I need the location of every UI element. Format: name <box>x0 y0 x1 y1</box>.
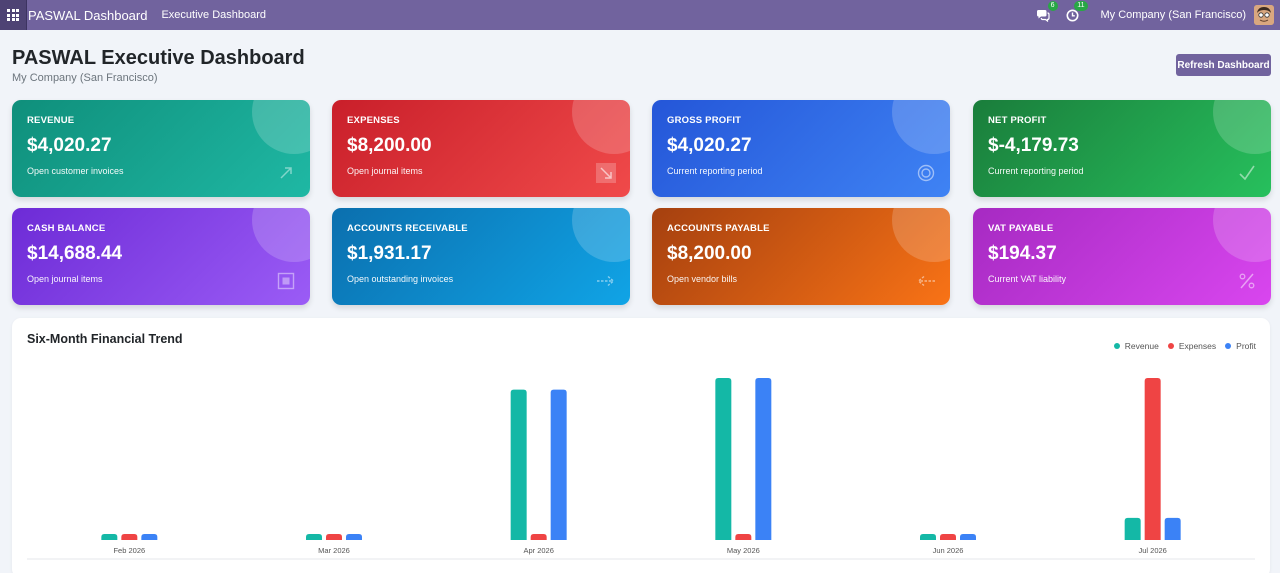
bar-expenses-jun-2026[interactable] <box>940 534 956 540</box>
bar-revenue-jun-2026[interactable] <box>920 534 936 540</box>
bar-expenses-feb-2026[interactable] <box>121 534 138 540</box>
top-navbar: PASWAL Dashboard Executive Dashboard 6 1… <box>0 0 1280 30</box>
card-label: CASH BALANCE <box>27 223 106 234</box>
messages-badge: 6 <box>1047 1 1058 11</box>
card-value: $194.37 <box>988 243 1057 264</box>
card-subtitle: Open vendor bills <box>667 274 738 284</box>
kpi-card-net-profit[interactable]: NET PROFIT $-4,179.73 Current reporting … <box>973 100 1271 197</box>
bar-expenses-may-2026[interactable] <box>735 534 752 540</box>
page-subtitle: My Company (San Francisco) <box>12 72 158 84</box>
card-label: GROSS PROFIT <box>667 115 742 126</box>
activities-button[interactable]: 11 <box>1065 1 1088 23</box>
menu-executive-dashboard[interactable]: Executive Dashboard <box>161 9 266 21</box>
user-avatar[interactable] <box>1254 5 1274 25</box>
card-decoration <box>572 208 630 262</box>
kpi-card-accounts-receivable[interactable]: ACCOUNTS RECEIVABLE $1,931.17 Open outst… <box>332 208 630 305</box>
bar-revenue-mar-2026[interactable] <box>306 534 322 540</box>
x-tick-label: Apr 2026 <box>523 546 553 555</box>
bar-revenue-may-2026[interactable] <box>715 378 732 540</box>
card-value: $8,200.00 <box>347 135 432 156</box>
card-subtitle: Open journal items <box>347 166 423 176</box>
box-icon <box>276 271 296 291</box>
x-tick-label: Feb 2026 <box>113 546 145 555</box>
card-label: ACCOUNTS PAYABLE <box>667 223 770 234</box>
bar-revenue-jul-2026[interactable] <box>1124 517 1141 540</box>
kpi-card-expenses[interactable]: EXPENSES $8,200.00 Open journal items <box>332 100 630 197</box>
navbar-systray: 6 11 My Company (San Francisco) <box>1035 0 1280 30</box>
page-title: PASWAL Executive Dashboard <box>12 47 305 69</box>
card-decoration <box>892 100 950 154</box>
card-label: NET PROFIT <box>988 115 1047 126</box>
bar-expenses-apr-2026[interactable] <box>530 534 547 540</box>
activities-badge: 11 <box>1074 1 1088 11</box>
check-icon <box>1237 163 1257 183</box>
messages-button[interactable]: 6 <box>1035 1 1058 23</box>
x-tick-label: May 2026 <box>727 546 760 555</box>
card-value: $8,200.00 <box>667 243 752 264</box>
bar-expenses-mar-2026[interactable] <box>326 534 342 540</box>
bar-profit-jun-2026[interactable] <box>960 534 976 540</box>
arrow-left-icon <box>916 271 936 291</box>
card-label: EXPENSES <box>347 115 400 126</box>
card-value: $1,931.17 <box>347 243 432 264</box>
card-decoration <box>572 100 630 154</box>
x-tick-label: Mar 2026 <box>318 546 350 555</box>
x-tick-label: Jun 2026 <box>933 546 964 555</box>
card-decoration <box>1213 100 1271 154</box>
app-brand[interactable]: PASWAL Dashboard <box>28 8 147 23</box>
apps-menu-button[interactable] <box>0 0 27 30</box>
card-decoration <box>252 208 310 262</box>
card-value: $14,688.44 <box>27 243 123 264</box>
kpi-card-cash-balance[interactable]: CASH BALANCE $14,688.44 Open journal ite… <box>12 208 310 305</box>
card-value: $4,020.27 <box>667 135 752 156</box>
percent-icon <box>1237 271 1257 291</box>
card-decoration <box>892 208 950 262</box>
card-label: VAT PAYABLE <box>988 223 1054 234</box>
bar-profit-may-2026[interactable] <box>755 378 772 540</box>
trend-up-icon <box>276 163 296 183</box>
bar-profit-jul-2026[interactable] <box>1164 517 1181 540</box>
card-value: $4,020.27 <box>27 135 112 156</box>
card-decoration <box>1213 208 1271 262</box>
bar-profit-feb-2026[interactable] <box>141 534 158 540</box>
target-icon <box>916 163 936 183</box>
card-label: ACCOUNTS RECEIVABLE <box>347 223 468 234</box>
card-value: $-4,179.73 <box>988 135 1079 156</box>
bar-profit-apr-2026[interactable] <box>550 389 567 540</box>
card-subtitle: Current VAT liability <box>988 274 1067 284</box>
bar-revenue-apr-2026[interactable] <box>510 389 527 540</box>
card-label: REVENUE <box>27 115 75 126</box>
card-subtitle: Open journal items <box>27 274 103 284</box>
card-subtitle: Current reporting period <box>988 166 1084 176</box>
bar-profit-mar-2026[interactable] <box>346 534 362 540</box>
bar-expenses-jul-2026[interactable] <box>1144 378 1161 540</box>
kpi-card-vat-payable[interactable]: VAT PAYABLE $194.37 Current VAT liabilit… <box>973 208 1271 305</box>
user-avatar-image <box>1254 5 1274 25</box>
card-subtitle: Open outstanding invoices <box>347 274 454 284</box>
chat-icon <box>1036 9 1050 22</box>
trend-down-icon <box>596 163 616 183</box>
kpi-card-revenue[interactable]: REVENUE $4,020.27 Open customer invoices <box>12 100 310 197</box>
arrow-right-icon <box>596 271 616 291</box>
company-switcher[interactable]: My Company (San Francisco) <box>1101 9 1247 21</box>
financial-trend-chart: Feb 2026 Mar 2026 Apr 2026 May 2026 Jun 2026… <box>27 378 1255 560</box>
card-subtitle: Open customer invoices <box>27 166 124 176</box>
kpi-card-gross-profit[interactable]: GROSS PROFIT $4,020.27 Current reporting… <box>652 100 950 197</box>
card-subtitle: Current reporting period <box>667 166 763 176</box>
card-decoration <box>252 100 310 154</box>
financial-trend-panel: Six-Month Financial Trend Revenue Expens… <box>12 318 1270 573</box>
x-tick-label: Jul 2026 <box>1138 546 1166 555</box>
refresh-dashboard-button[interactable]: Refresh Dashboard <box>1176 54 1271 76</box>
apps-grid-icon <box>7 9 19 21</box>
kpi-card-accounts-payable[interactable]: ACCOUNTS PAYABLE $8,200.00 Open vendor b… <box>652 208 950 305</box>
bar-revenue-feb-2026[interactable] <box>101 534 118 540</box>
